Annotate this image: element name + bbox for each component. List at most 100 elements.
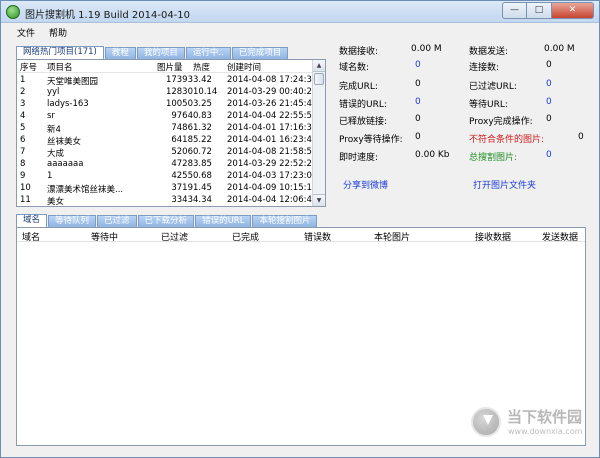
- column-created-time[interactable]: 创建时间: [227, 61, 261, 73]
- row-created-time: 2014-04-01 16:23:41: [227, 135, 318, 145]
- open-folder-link[interactable]: 打开图片文件夹: [473, 178, 536, 191]
- project-tabs: 网络热门项目(171) 教程 我的项目 运行中.. 已完成项目: [16, 46, 289, 59]
- domains-value: 0: [415, 60, 421, 70]
- row-image-count: 9764: [171, 111, 193, 121]
- detail-tabs: 域名 等待队列 已过滤 已下载分析 错误的URL 本轮搜割图片: [16, 214, 318, 227]
- received-value: 0.00 M: [411, 44, 442, 54]
- row-index: 2: [20, 87, 26, 97]
- row-created-time: 2014-04-04 12:06:42: [227, 195, 318, 205]
- row-heat: 1.45: [193, 183, 212, 193]
- column-waiting[interactable]: 等待中: [91, 230, 118, 243]
- waiting-url-label: 等待URL:: [469, 100, 508, 110]
- row-image-count: 12830: [165, 87, 193, 97]
- window-title: 图片搜割机 1.19 Build 2014-04-10: [25, 10, 191, 21]
- menu-help[interactable]: 帮助: [49, 26, 67, 39]
- filtered-url-value: 0: [546, 79, 552, 89]
- sent-label: 数据发送:: [469, 47, 509, 57]
- table-row[interactable]: 10 漂漂美术馆丝袜美... 3719 1.45 2014-04-09 10:15:12: [17, 182, 317, 195]
- project-list[interactable]: 序号 项目名 图片量 热度 创建时间 1 天堂唯美图园 17393 3.42 2014-…: [16, 59, 326, 207]
- unmatched-images-label: 不符合条件的图片:: [469, 135, 545, 145]
- waiting-url-value: 0: [546, 97, 552, 107]
- tab-running[interactable]: 运行中..: [185, 47, 231, 59]
- done-url-label: 完成URL:: [339, 82, 378, 92]
- row-index: 5: [20, 123, 26, 133]
- maximize-button[interactable]: □: [527, 2, 552, 19]
- row-created-time: 2014-04-08 17:24:36: [227, 75, 318, 85]
- proxy-done-value: 0: [546, 114, 552, 124]
- column-heat[interactable]: 热度: [193, 61, 210, 73]
- app-icon: [6, 5, 20, 19]
- row-image-count: 4728: [171, 159, 193, 169]
- table-row[interactable]: 9 1 4255 0.68 2014-04-03 17:23:04: [17, 170, 317, 181]
- column-index[interactable]: 序号: [20, 61, 37, 73]
- table-row[interactable]: 6 丝袜美女 6418 5.22 2014-04-01 16:23:41: [17, 134, 317, 147]
- minimize-button[interactable]: —: [502, 2, 527, 19]
- row-created-time: 2014-03-29 00:40:24: [227, 87, 318, 97]
- row-created-time: 2014-04-01 17:16:32: [227, 123, 318, 133]
- column-completed[interactable]: 已完成: [232, 230, 259, 243]
- row-project-name: 美女: [47, 197, 65, 207]
- row-image-count: 17393: [165, 75, 193, 85]
- row-heat: 0.72: [193, 147, 212, 157]
- tab-error-url[interactable]: 错误的URL: [195, 215, 252, 227]
- table-row[interactable]: 2 yyl 12830 10.14 2014-03-29 00:40:24: [17, 86, 317, 97]
- table-row[interactable]: 8 aaaaaaa 4728 3.85 2014-03-29 22:52:23: [17, 158, 317, 169]
- row-image-count: 10050: [165, 99, 193, 109]
- row-index: 6: [20, 135, 26, 145]
- row-index: 9: [20, 171, 26, 181]
- table-row[interactable]: 3 ladys-163 10050 3.25 2014-03-26 21:45:44: [17, 98, 317, 109]
- column-project-name[interactable]: 项目名: [47, 61, 73, 73]
- vertical-scrollbar[interactable]: ▲ ▼: [312, 60, 325, 206]
- tab-wait-queue[interactable]: 等待队列: [48, 215, 97, 227]
- column-errors[interactable]: 错误数: [304, 230, 331, 243]
- share-weibo-link[interactable]: 分享到微博: [343, 178, 388, 191]
- close-button[interactable]: ✕: [552, 2, 594, 19]
- total-images-value: 0: [546, 150, 552, 160]
- column-domain[interactable]: 域名: [22, 230, 40, 243]
- tab-hot-projects[interactable]: 网络热门项目(171): [16, 46, 104, 59]
- scroll-down-icon[interactable]: ▼: [313, 194, 325, 206]
- row-index: 4: [20, 111, 26, 121]
- connections-value: 0: [546, 60, 552, 70]
- connections-label: 连接数:: [469, 63, 500, 73]
- table-row[interactable]: 11 美女 3343 4.34 2014-04-04 12:06:42: [17, 194, 317, 207]
- row-image-count: 3343: [171, 195, 193, 205]
- table-row[interactable]: 7 大成 5206 0.72 2014-04-08 21:58:53: [17, 146, 317, 159]
- column-image-count[interactable]: 图片量: [157, 61, 193, 73]
- domains-label: 域名数:: [339, 63, 370, 73]
- proxy-wait-label: Proxy等待操作:: [339, 135, 403, 145]
- window-controls: — □ ✕: [502, 2, 594, 20]
- column-sent[interactable]: 发送数据: [542, 230, 578, 243]
- tab-filtered[interactable]: 已过滤: [97, 215, 137, 227]
- row-project-name: yyl: [47, 87, 60, 97]
- main-window: 图片搜割机 1.19 Build 2014-04-10 — □ ✕ 文件 帮助 …: [0, 0, 600, 458]
- tab-my-projects[interactable]: 我的项目: [136, 47, 185, 59]
- tab-downloaded-analysis[interactable]: 已下载分析: [137, 215, 195, 227]
- column-received[interactable]: 接收数据: [475, 230, 511, 243]
- row-image-count: 4255: [171, 171, 193, 181]
- table-row[interactable]: 1 天堂唯美图园 17393 3.42 2014-04-08 17:24:36: [17, 74, 317, 87]
- row-index: 11: [20, 195, 31, 205]
- scroll-up-icon[interactable]: ▲: [313, 60, 325, 72]
- row-created-time: 2014-04-03 17:23:04: [227, 171, 318, 181]
- row-heat: 3.25: [193, 99, 212, 109]
- row-heat: 4.34: [193, 195, 212, 205]
- scroll-thumb[interactable]: [314, 73, 324, 85]
- tab-domains[interactable]: 域名: [16, 214, 48, 227]
- proxy-wait-value: 0: [415, 132, 421, 142]
- column-round-images[interactable]: 本轮图片: [374, 230, 410, 243]
- row-heat: 0.68: [193, 171, 212, 181]
- menu-file[interactable]: 文件: [17, 26, 35, 39]
- column-filtered[interactable]: 已过滤: [161, 230, 188, 243]
- table-row[interactable]: 5 新4 7486 1.32 2014-04-01 17:16:32: [17, 122, 317, 135]
- tab-round-images[interactable]: 本轮搜割图片: [252, 215, 318, 227]
- row-project-name: ladys-163: [47, 99, 89, 109]
- table-row[interactable]: 4 sr 9764 0.83 2014-04-04 22:55:53: [17, 110, 317, 121]
- row-created-time: 2014-04-04 22:55:53: [227, 111, 318, 121]
- row-index: 10: [20, 183, 31, 193]
- tab-tutorial[interactable]: 教程: [104, 47, 136, 59]
- watermark-text: 当下软件园: [507, 408, 583, 426]
- tab-completed[interactable]: 已完成项目: [231, 47, 289, 59]
- row-image-count: 6418: [171, 135, 193, 145]
- row-image-count: 3719: [171, 183, 193, 193]
